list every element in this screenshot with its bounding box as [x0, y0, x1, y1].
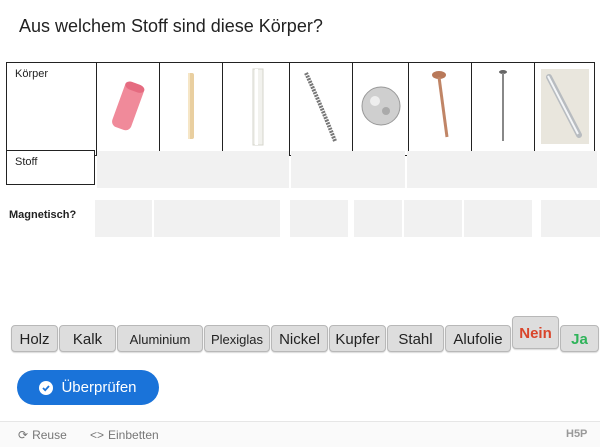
object-foil [352, 62, 409, 156]
draggable-plexiglas[interactable]: Plexiglas [204, 325, 270, 352]
magnetisch-label: Magnetisch? [9, 209, 77, 221]
stoff-header: Stoff [6, 150, 95, 185]
draggable-alufolie[interactable]: Alufolie [445, 325, 511, 352]
draggable-nickel[interactable]: Nickel [271, 325, 328, 352]
magnet-dropzone-1[interactable] [95, 200, 152, 237]
draggable-kupfer[interactable]: Kupfer [329, 325, 386, 352]
reuse-link[interactable]: ⟳ Reuse [18, 428, 67, 442]
check-button[interactable]: Überprüfen [17, 370, 159, 405]
stoff-dropzone-3[interactable] [407, 151, 597, 188]
check-button-label: Überprüfen [61, 379, 137, 396]
stoff-dropzone-2[interactable] [291, 151, 405, 188]
object-chalk [159, 62, 223, 156]
draggable-kalk[interactable]: Kalk [59, 325, 116, 352]
magnet-dropzone-3[interactable] [290, 200, 348, 237]
stoff-dropzone-1[interactable] [97, 151, 289, 188]
foil-ball-icon [361, 86, 401, 126]
aluminium-rod-icon [541, 69, 589, 144]
object-eraser [96, 62, 160, 156]
magnet-dropzone-7[interactable] [541, 200, 600, 237]
magnet-dropzone-5[interactable] [404, 200, 462, 237]
check-circle-icon [39, 380, 54, 395]
object-aluminium-rod [534, 62, 595, 156]
footer-bar: ⟳ Reuse <> Einbetten H5P [0, 421, 600, 447]
spring-wire-icon [304, 72, 337, 142]
objects-table: Körper [6, 62, 595, 156]
code-icon: <> [90, 428, 105, 442]
reuse-label: Reuse [32, 428, 67, 442]
embed-label: Einbetten [108, 428, 159, 442]
magnet-dropzone-4[interactable] [354, 200, 402, 237]
draggable-holz[interactable]: Holz [11, 325, 58, 352]
h5p-logo[interactable]: H5P [566, 428, 587, 440]
chalk-stick-icon [188, 73, 194, 139]
object-plexiglas [222, 62, 290, 156]
koerper-header: Körper [6, 62, 97, 156]
embed-link[interactable]: <> Einbetten [90, 428, 159, 442]
draggable-ja[interactable]: Ja [560, 325, 599, 352]
object-steel-nail [471, 62, 535, 156]
pink-eraser-icon [112, 81, 145, 131]
draggable-stahl[interactable]: Stahl [387, 325, 444, 352]
steel-nail-icon [499, 70, 507, 141]
draggable-aluminium[interactable]: Aluminium [117, 325, 203, 352]
object-copper-nail [408, 62, 472, 156]
object-spring [289, 62, 353, 156]
draggable-nein[interactable]: Nein [512, 316, 559, 349]
plexiglas-rod-icon [252, 68, 264, 146]
magnet-dropzone-6[interactable] [464, 200, 532, 237]
magnet-dropzone-2[interactable] [154, 200, 280, 237]
reuse-icon: ⟳ [18, 428, 29, 442]
question-title: Aus welchem Stoff sind diese Körper? [19, 16, 323, 36]
copper-nail-icon [432, 71, 449, 138]
